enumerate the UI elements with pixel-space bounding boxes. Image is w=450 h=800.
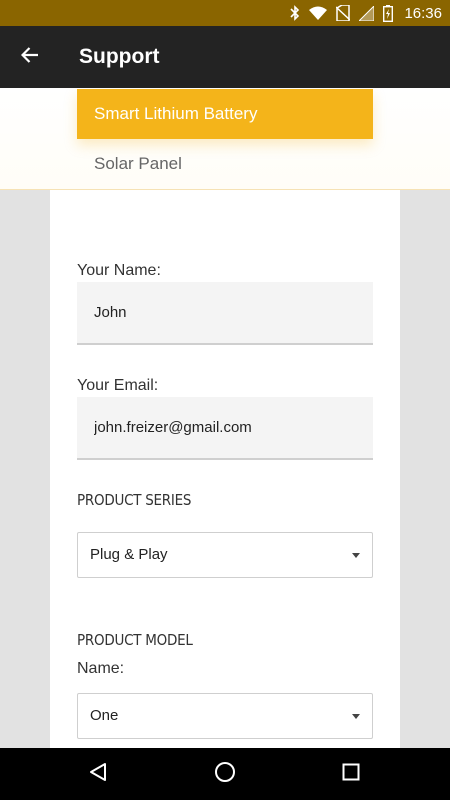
wifi-icon xyxy=(309,6,328,20)
bluetooth-icon xyxy=(290,5,300,21)
nav-home-button[interactable] xyxy=(195,748,255,800)
app-bar: Support xyxy=(0,26,450,88)
back-triangle-icon xyxy=(88,762,108,787)
model-name-label: Name: xyxy=(77,660,125,677)
page-title: Support xyxy=(79,45,160,68)
back-button[interactable] xyxy=(10,37,50,77)
product-model-select[interactable]: One xyxy=(77,693,373,739)
name-field[interactable] xyxy=(77,282,373,345)
product-series-value: Plug & Play xyxy=(90,546,168,563)
status-time: 16:36 xyxy=(404,4,442,22)
dropdown-caret-icon xyxy=(352,553,360,558)
status-icons: 16:36 xyxy=(290,0,442,26)
system-nav-bar xyxy=(0,748,450,800)
product-series-heading: PRODUCT SERIES xyxy=(77,491,192,509)
nav-back-button[interactable] xyxy=(68,748,128,800)
product-series-select[interactable]: Plug & Play xyxy=(77,532,373,578)
product-tab-smart-lithium-battery[interactable]: Smart Lithium Battery xyxy=(77,89,373,139)
status-bar: 16:36 xyxy=(0,0,450,26)
product-type-selector: Smart Lithium Battery Solar Panel xyxy=(0,88,450,190)
email-label: Your Email: xyxy=(77,377,159,394)
product-model-heading: PRODUCT MODEL xyxy=(77,631,193,649)
email-field[interactable] xyxy=(77,397,373,460)
recents-square-icon xyxy=(342,763,360,786)
signal-icon xyxy=(359,5,375,21)
main-content: Smart Lithium Battery Solar Panel Your N… xyxy=(0,88,450,748)
arrow-back-icon xyxy=(20,46,39,69)
battery-charging-icon xyxy=(383,4,394,22)
no-sim-icon xyxy=(336,5,351,21)
product-model-value: One xyxy=(90,707,119,724)
nav-recents-button[interactable] xyxy=(321,748,381,800)
dropdown-caret-icon xyxy=(352,714,360,719)
name-label: Your Name: xyxy=(77,262,161,279)
product-tab-solar-panel[interactable]: Solar Panel xyxy=(77,139,373,189)
home-circle-icon xyxy=(214,761,236,788)
